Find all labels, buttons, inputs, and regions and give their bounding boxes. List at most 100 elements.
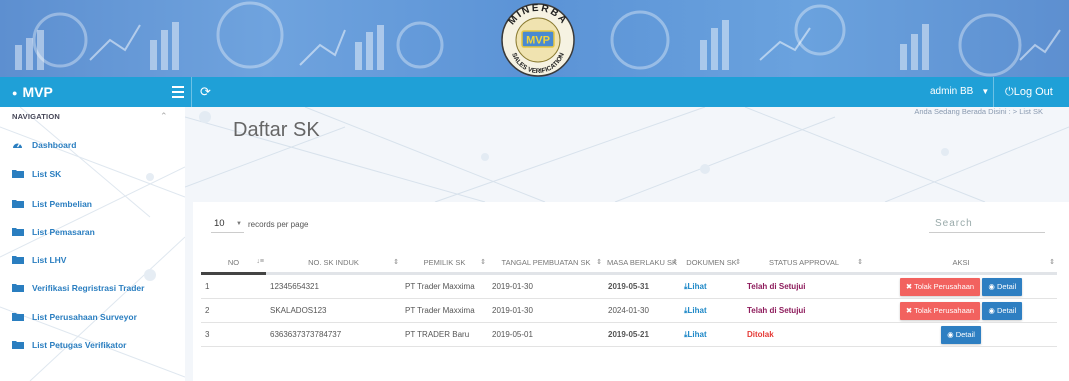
sidebar-item-dashboard[interactable]: Dashboard: [12, 135, 76, 155]
sidebar: NAVIGATION ⌃ Dashboard List SK List Pemb…: [0, 107, 185, 381]
column-header-status-approval[interactable]: STATUS APPROVAL ⇕: [743, 253, 865, 275]
sort-icon: ⇕: [857, 259, 863, 266]
detail-button[interactable]: ◉ Detail: [941, 325, 981, 344]
collapse-icon[interactable]: ⌃: [160, 111, 168, 122]
detail-button[interactable]: ◉ Detail: [982, 301, 1023, 320]
sort-icon: ⇕: [480, 259, 486, 266]
navigation-heading: NAVIGATION: [12, 112, 60, 121]
eye-icon: ◉: [988, 281, 997, 291]
sidebar-item-list-pembelian[interactable]: List Pembelian: [12, 194, 92, 214]
sidebar-item-label: List Pembelian: [32, 199, 92, 209]
tolak-perusahaan-button[interactable]: ✖ Tolak Perusahaan: [899, 277, 981, 296]
cell-aksi: ◉ Detail: [865, 322, 1057, 347]
sidebar-item-list-lhv[interactable]: List LHV: [12, 250, 66, 270]
main-content: Daftar SK Anda Sedang Berada Disini : > …: [185, 107, 1069, 381]
table-row: 3 6363637373784737 PT TRADER Baru 2019-0…: [201, 322, 1057, 347]
cell-dokumen: ⤓Lihat: [680, 322, 743, 347]
cell-pemilik: PT Trader Maxxima: [401, 273, 488, 299]
folder-icon: [12, 195, 26, 215]
table-panel: 10▼ records per page NO↓≡ NO. SK INDUK⇕ …: [193, 202, 1069, 381]
minerba-logo: MINERBA MVP SALES VERIFICATION: [501, 3, 575, 77]
brand-icon: ●: [12, 88, 18, 98]
sidebar-item-list-pemasaran[interactable]: List Pemasaran: [12, 222, 95, 242]
sidebar-item-list-petugas-verifikator[interactable]: List Petugas Verifikator: [12, 335, 126, 355]
table-row: 2 SKALADOS123 PT Trader Maxxima 2019-01-…: [201, 298, 1057, 323]
chevron-down-icon: ▼: [236, 221, 242, 227]
user-dropdown[interactable]: admin BB ▼: [930, 77, 989, 107]
sort-icon: ⇕: [672, 259, 678, 266]
cell-status: Telah di Setujui: [743, 273, 865, 299]
status-badge: Telah di Setujui: [747, 282, 806, 291]
folder-icon: [12, 165, 26, 185]
sidebar-item-label: List LHV: [32, 255, 67, 265]
column-header-tangal-pembuatan-sk[interactable]: TANGAL PEMBUATAN SK ⇕: [488, 253, 604, 275]
sort-asc-icon: ↓≡: [256, 258, 264, 265]
navbar-divider: [191, 77, 192, 107]
cell-pemilik: PT TRADER Baru: [401, 322, 488, 347]
cell-aksi: ✖ Tolak Perusahaan ◉ Detail: [865, 273, 1057, 299]
sidebar-item-label: List Petugas Verifikator: [32, 340, 127, 350]
logout-button[interactable]: ⏻Log Out: [1005, 77, 1053, 107]
column-header-pemilik-sk[interactable]: PEMILIK SK ⇕: [401, 253, 488, 275]
status-badge: Telah di Setujui: [747, 306, 806, 315]
folder-icon: [12, 251, 26, 271]
detail-button[interactable]: ◉ Detail: [982, 277, 1023, 296]
folder-icon: [12, 223, 26, 243]
lihat-link[interactable]: ⤓Lihat: [684, 306, 707, 315]
lihat-link[interactable]: ⤓Lihat: [684, 330, 707, 339]
cell-dokumen: ⤓Lihat: [680, 298, 743, 323]
page-length-select[interactable]: 10 ▼: [211, 216, 244, 233]
page-title: Daftar SK: [233, 119, 320, 141]
cell-dokumen: ⤓Lihat: [680, 273, 743, 299]
sidebar-item-list-perusahaan-surveyor[interactable]: List Perusahaan Surveyor: [12, 307, 137, 327]
table-header-row: NO ↓≡ NO. SK INDUK ⇕ PEMILIK SK ⇕ TANGAL PE…: [201, 253, 1057, 275]
column-header-no-sk-induk[interactable]: NO. SK INDUK ⇕: [266, 253, 401, 275]
logout-label: Log Out: [1013, 86, 1053, 98]
cell-masa-berlaku: 2019-05-31: [604, 273, 680, 299]
sort-icon: ⇕: [596, 259, 602, 266]
page-length-label: records per page: [248, 220, 309, 229]
eye-icon: ◉: [988, 305, 997, 315]
power-icon: ⏻: [1005, 86, 1014, 98]
cell-status: Telah di Setujui: [743, 298, 865, 323]
page-length-control: 10 ▼ records per page: [211, 216, 308, 233]
navbar-divider: [993, 77, 994, 107]
cell-masa-berlaku: 2019-05-21: [604, 322, 680, 347]
sidebar-item-label: Dashboard: [32, 140, 77, 150]
cell-no: 3: [201, 322, 266, 347]
sidebar-item-label: Verifikasi Regristrasi Trader: [32, 283, 145, 293]
column-header-dokumen-sk[interactable]: DOKUMEN SK ⇕: [680, 253, 743, 275]
tolak-perusahaan-button[interactable]: ✖ Tolak Perusahaan: [899, 301, 981, 320]
cell-aksi: ✖ Tolak Perusahaan ◉ Detail: [865, 298, 1057, 323]
folder-icon: [12, 336, 26, 356]
cell-pemilik: PT Trader Maxxima: [401, 298, 488, 323]
lihat-link[interactable]: ⤓Lihat: [684, 282, 707, 291]
cell-tgl-pembuatan: 2019-01-30: [488, 298, 604, 323]
sort-icon: ⇕: [393, 259, 399, 266]
cell-tgl-pembuatan: 2019-01-30: [488, 273, 604, 299]
refresh-icon[interactable]: ⟳: [200, 77, 211, 107]
column-header-aksi[interactable]: AKSI ⇕: [865, 253, 1057, 275]
folder-icon: [12, 279, 26, 299]
column-header-no[interactable]: NO ↓≡: [201, 253, 266, 275]
cell-sk-induk: 12345654321: [266, 273, 401, 299]
close-icon: ✖: [905, 281, 915, 291]
brand[interactable]: ● MVP: [12, 77, 53, 107]
sidebar-item-label: List SK: [32, 169, 62, 179]
brand-label: MVP: [22, 84, 53, 100]
cell-masa-berlaku: 2024-01-30: [604, 298, 680, 323]
cell-sk-induk: 6363637373784737: [266, 322, 401, 347]
column-header-masa-berlaku-sk[interactable]: MASA BERLAKU SK ⇕: [604, 253, 680, 275]
dashboard-icon: [12, 136, 26, 156]
sidebar-item-list-sk[interactable]: List SK: [12, 164, 61, 184]
chevron-down-icon: ▼: [981, 87, 990, 96]
search-input[interactable]: [929, 214, 1045, 233]
sidebar-item-verifikasi-registrasi-trader[interactable]: Verifikasi Regristrasi Trader: [12, 278, 144, 298]
top-navbar: ● MVP ⟳ admin BB ▼ ⏻Log Out: [0, 77, 1069, 107]
cell-status: Ditolak: [743, 322, 865, 347]
svg-text:MVP: MVP: [526, 35, 550, 47]
eye-icon: ◉: [947, 329, 956, 339]
user-name: admin BB: [930, 86, 974, 97]
menu-toggle-icon[interactable]: [172, 83, 184, 99]
folder-icon: [12, 308, 26, 328]
